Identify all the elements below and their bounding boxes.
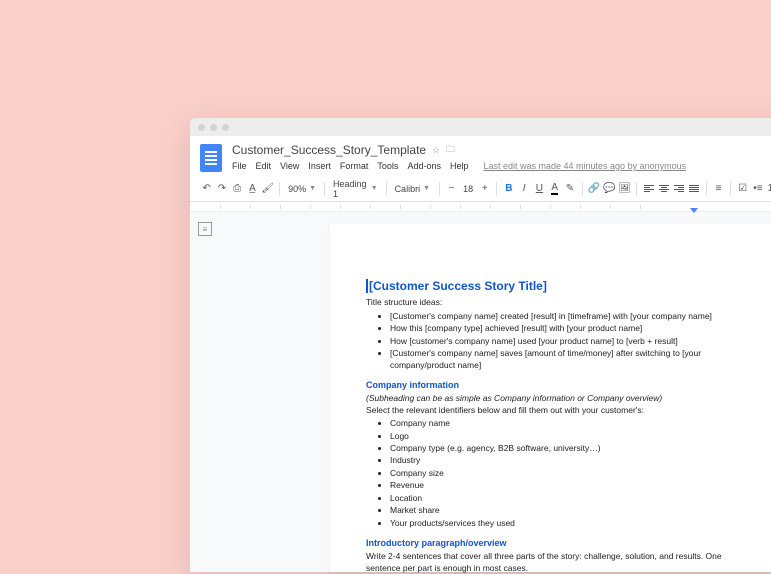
menu-help[interactable]: Help xyxy=(450,161,469,171)
outline-toggle-icon[interactable]: ≡ xyxy=(198,222,212,236)
menu-view[interactable]: View xyxy=(280,161,299,171)
font-value: Calibri xyxy=(395,184,421,194)
outline-panel: ≡ xyxy=(190,212,220,572)
insert-image-icon[interactable]: 🖼 xyxy=(618,181,631,197)
title-ideas-list: [Customer's company name] created [resul… xyxy=(390,311,754,371)
doc-header: Customer_Success_Story_Template ☆ 🗀 File… xyxy=(190,136,771,172)
company-instruction: Select the relevant identifiers below an… xyxy=(366,405,754,416)
list-item: How this [company type] achieved [result… xyxy=(390,323,754,334)
company-heading: Company information xyxy=(366,379,754,391)
menu-insert[interactable]: Insert xyxy=(308,161,331,171)
title-ideas-label: Title structure ideas: xyxy=(366,297,754,308)
align-justify-icon[interactable] xyxy=(688,181,701,197)
spellcheck-icon[interactable]: A̲ xyxy=(246,181,259,197)
toolbar: ↶ ↷ ⎙ A̲ 🖌 90%▼ Heading 1▼ Calibri▼ − 18… xyxy=(190,176,771,202)
separator xyxy=(279,182,280,196)
list-item: Market share xyxy=(390,505,754,516)
app-window: Customer_Success_Story_Template ☆ 🗀 File… xyxy=(190,118,771,572)
menu-edit[interactable]: Edit xyxy=(256,161,272,171)
separator xyxy=(706,182,707,196)
menu-addons[interactable]: Add-ons xyxy=(407,161,441,171)
number-list-icon[interactable]: 1≡ xyxy=(767,181,771,197)
italic-button[interactable]: I xyxy=(518,181,531,197)
maximize-dot[interactable] xyxy=(222,124,229,131)
separator xyxy=(496,182,497,196)
separator xyxy=(636,182,637,196)
bullet-list-icon[interactable]: •≡ xyxy=(751,181,764,197)
separator xyxy=(730,182,731,196)
close-dot[interactable] xyxy=(198,124,205,131)
menu-tools[interactable]: Tools xyxy=(377,161,398,171)
zoom-select[interactable]: 90%▼ xyxy=(285,184,319,194)
workspace: ≡ [Customer Success Story Title] Title s… xyxy=(190,212,771,572)
size-value: 18 xyxy=(463,184,473,194)
zoom-value: 90% xyxy=(288,184,306,194)
checklist-icon[interactable]: ☑ xyxy=(736,181,749,197)
move-folder-icon[interactable]: 🗀 xyxy=(446,142,455,158)
align-center-icon[interactable] xyxy=(657,181,670,197)
list-item: How [customer's company name] used [your… xyxy=(390,336,754,347)
minimize-dot[interactable] xyxy=(210,124,217,131)
menu-file[interactable]: File xyxy=(232,161,247,171)
redo-icon[interactable]: ↷ xyxy=(215,181,228,197)
list-item: Revenue xyxy=(390,480,754,491)
font-select[interactable]: Calibri▼ xyxy=(392,184,435,194)
font-size-input[interactable]: 18 xyxy=(460,184,476,194)
font-size-minus[interactable]: − xyxy=(445,181,458,197)
paint-format-icon[interactable]: 🖌 xyxy=(261,181,274,197)
ruler xyxy=(190,202,771,212)
menu-format[interactable]: Format xyxy=(340,161,369,171)
company-list: Company name Logo Company type (e.g. age… xyxy=(390,418,754,529)
style-value: Heading 1 xyxy=(333,179,368,199)
list-item: Company size xyxy=(390,468,754,479)
last-edit-link[interactable]: Last edit was made 44 minutes ago by ano… xyxy=(483,161,686,171)
menubar: File Edit View Insert Format Tools Add-o… xyxy=(232,161,686,171)
separator xyxy=(439,182,440,196)
doc-heading-1: [Customer Success Story Title] xyxy=(366,278,754,294)
list-item: Location xyxy=(390,493,754,504)
font-size-plus[interactable]: + xyxy=(478,181,491,197)
undo-icon[interactable]: ↶ xyxy=(200,181,213,197)
indent-marker-icon[interactable] xyxy=(690,208,698,213)
separator xyxy=(386,182,387,196)
list-item: Your products/services they used xyxy=(390,518,754,529)
comment-icon[interactable]: 💬 xyxy=(603,181,616,197)
document-page[interactable]: [Customer Success Story Title] Title str… xyxy=(330,224,771,572)
list-item: Logo xyxy=(390,431,754,442)
text-color-button[interactable]: A xyxy=(548,181,561,197)
insert-link-icon[interactable]: 🔗 xyxy=(587,181,600,197)
docs-logo-icon[interactable] xyxy=(200,144,222,172)
highlight-button[interactable]: ✎ xyxy=(563,181,576,197)
list-item: [Customer's company name] created [resul… xyxy=(390,311,754,322)
list-item: Company name xyxy=(390,418,754,429)
print-icon[interactable]: ⎙ xyxy=(231,181,244,197)
intro-paragraph: Write 2-4 sentences that cover all three… xyxy=(366,551,754,574)
align-left-icon[interactable] xyxy=(642,181,655,197)
list-item: Company type (e.g. agency, B2B software,… xyxy=(390,443,754,454)
list-item: Industry xyxy=(390,455,754,466)
line-spacing-icon[interactable]: ≡ xyxy=(712,181,725,197)
company-subheading: (Subheading can be as simple as Company … xyxy=(366,393,754,404)
window-titlebar xyxy=(190,118,771,136)
align-right-icon[interactable] xyxy=(673,181,686,197)
separator xyxy=(582,182,583,196)
star-icon[interactable]: ☆ xyxy=(432,145,440,156)
intro-heading: Introductory paragraph/overview xyxy=(366,537,754,549)
style-select[interactable]: Heading 1▼ xyxy=(330,179,381,199)
bold-button[interactable]: B xyxy=(502,181,515,197)
document-title[interactable]: Customer_Success_Story_Template xyxy=(232,143,426,157)
underline-button[interactable]: U xyxy=(533,181,546,197)
separator xyxy=(324,182,325,196)
list-item: [Customer's company name] saves [amount … xyxy=(390,348,754,371)
